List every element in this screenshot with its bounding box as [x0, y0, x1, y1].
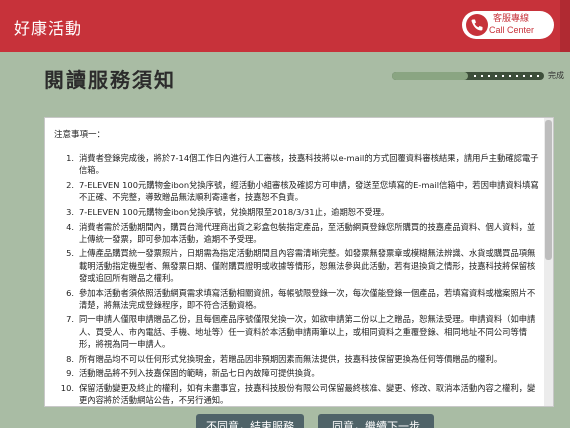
- notice-item-text: 7-ELEVEN 100元購物金ibon兌換序號，兌換期限至2018/3/31止…: [79, 206, 390, 217]
- notice-panel[interactable]: 注意事項一： 1. 消費者登錄完成後，將於7-14個工作日內進行人工審核，技嘉科技…: [44, 117, 554, 407]
- top-bar: 好康活動 客服專線 Call Center: [0, 0, 570, 52]
- progress-fill: [392, 72, 468, 80]
- page-title: 閱讀服務須知: [44, 68, 176, 92]
- notice-item-number: 7.: [66, 314, 74, 325]
- notice-item: 6. 參加本活動者須依照活動網頁需求填寫活動相關資訊，每帳號限登錄一次，每次僅能登…: [55, 287, 539, 314]
- call-center-button[interactable]: 客服專線 Call Center: [462, 11, 554, 39]
- notice-item-number: 8.: [66, 353, 74, 364]
- notice-item-number: 6.: [66, 287, 74, 298]
- call-center-label-zh: 客服專線: [493, 14, 530, 24]
- agree-button[interactable]: 同意，繼續下一步: [318, 414, 434, 428]
- notice-item-text: 上傳產品購買統一發票照片，日期需為指定活動期間且內容需清晰完整。如發票無發票章或…: [79, 248, 536, 283]
- scrollbar-thumb[interactable]: [545, 120, 552, 260]
- notice-item: 4. 消費者需於活動期間內，購買台灣代理商出貨之彩盒包裝指定產品，至活動網頁登錄您…: [55, 221, 539, 248]
- notice-item-number: 2.: [66, 179, 74, 190]
- notice-item-number: 10.: [60, 382, 74, 393]
- call-center-label-en: Call Center: [489, 25, 535, 35]
- notice-item-text: 同一申請人僅限申請贈品乙份，且每個產品序號僅限兌換一次，如欲申請第二份以上之贈品…: [79, 314, 536, 349]
- notice-item: 1. 消費者登錄完成後，將於7-14個工作日內進行人工審核，技嘉科技將以e-mai…: [55, 152, 539, 179]
- notice-item: 7. 同一申請人僅限申請贈品乙份，且每個產品序號僅限兌換一次，如欲申請第二份以上之…: [55, 313, 539, 352]
- notice-item: 5. 上傳產品購買統一發票照片，日期需為指定活動期間且內容需清晰完整。如發票無發票…: [55, 247, 539, 286]
- notice-item-text: 保留活動變更及終止的權利，如有未盡事宜，技嘉科技股份有限公司保留最終核准、變更、…: [79, 382, 536, 406]
- notice-scrollbar[interactable]: [544, 118, 553, 406]
- notice-item-text: 所有贈品均不可以任何形式兌換現金，若贈品因非預期因素而無法提供，技嘉科技保留更換…: [79, 353, 503, 364]
- notice-item-text: 7-ELEVEN 100元購物金ibon兌換序號，經活動小組審核及確認方可申請，…: [79, 179, 539, 203]
- progress-label: 完成: [548, 71, 564, 80]
- notice-item: 9. 活動贈品將不列入技嘉保固的範疇，新品七日內故障可提供換貨。: [55, 367, 539, 382]
- notice-item-text: 消費者需於活動期間內，購買台灣代理商出貨之彩盒包裝指定產品，至活動網頁登錄您所購…: [79, 221, 536, 244]
- notice-heading: 注意事項一：: [54, 130, 106, 140]
- notice-item-number: 9.: [66, 368, 74, 379]
- notice-item-text: 參加本活動者須依照活動網頁需求填寫活動相關資訊，每帳號限登錄一次，每次僅能登錄一…: [79, 287, 536, 310]
- notice-item-number: 4.: [66, 221, 74, 232]
- progress-dots: [474, 75, 540, 77]
- notice-item-number: 3.: [66, 206, 74, 217]
- notice-item: 8. 所有贈品均不可以任何形式兌換現金，若贈品因非預期因素而無法提供，技嘉科技保留…: [55, 353, 539, 368]
- notice-item-text: 消費者登錄完成後，將於7-14個工作日內進行人工審核，技嘉科技將以e-mail的…: [79, 153, 539, 176]
- notice-item-text: 活動贈品將不列入技嘉保固的範疇，新品七日內故障可提供換貨。: [79, 368, 320, 379]
- notice-list: 1. 消費者登錄完成後，將於7-14個工作日內進行人工審核，技嘉科技將以e-mai…: [55, 152, 539, 406]
- phone-icon: [466, 14, 488, 36]
- notice-item: 2. 7-ELEVEN 100元購物金ibon兌換序號，經活動小組審核及確認方可申…: [55, 179, 539, 206]
- header-edge-tab: [560, 0, 570, 52]
- notice-item-number: 1.: [66, 153, 74, 163]
- notice-item: 3. 7-ELEVEN 100元購物金ibon兌換序號，兌換期限至2018/3/3…: [55, 206, 539, 221]
- notice-item-number: 5.: [66, 248, 74, 259]
- disagree-button[interactable]: 不同意，結束服務: [196, 414, 304, 428]
- brand-title: 好康活動: [14, 19, 83, 38]
- progress-bar: [392, 72, 544, 80]
- notice-item: 10. 保留活動變更及終止的權利，如有未盡事宜，技嘉科技股份有限公司保留最終核准、…: [55, 382, 539, 406]
